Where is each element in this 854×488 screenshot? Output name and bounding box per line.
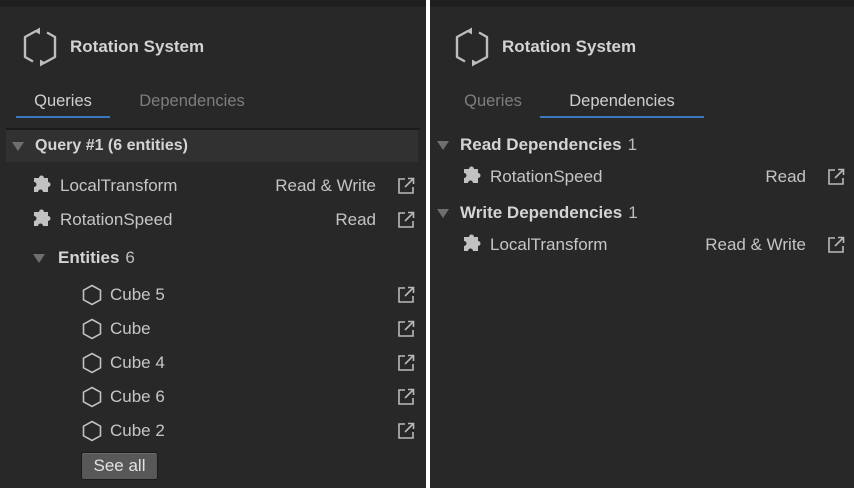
read-dependencies-count: 1	[627, 135, 638, 154]
foldout-arrow-icon[interactable]	[437, 140, 449, 150]
panel-top-strip	[430, 0, 854, 7]
system-header: Rotation System	[20, 26, 204, 68]
tab-dependencies[interactable]: Dependencies	[126, 88, 258, 118]
open-external-icon[interactable]	[397, 286, 415, 304]
entity-hexagon-icon	[82, 386, 102, 408]
entity-hexagon-icon	[82, 318, 102, 340]
entity-row[interactable]: Cube 4	[82, 348, 165, 378]
entity-row[interactable]: Cube 6	[82, 382, 165, 412]
component-name: LocalTransform	[60, 176, 178, 195]
open-external-icon[interactable]	[827, 236, 845, 254]
open-external-icon[interactable]	[827, 168, 845, 186]
panel-top-strip	[0, 0, 426, 7]
entity-hexagon-icon	[82, 284, 102, 306]
tab-dependencies[interactable]: Dependencies	[540, 88, 704, 118]
open-external-icon[interactable]	[397, 422, 415, 440]
entity-name: Cube 5	[110, 285, 165, 304]
write-dependencies-label: Write Dependencies	[460, 203, 623, 222]
open-external-icon[interactable]	[397, 320, 415, 338]
entity-hexagon-icon	[82, 420, 102, 442]
access-label: Read	[335, 210, 376, 229]
open-external-icon[interactable]	[397, 388, 415, 406]
component-puzzle-icon	[32, 208, 52, 233]
tab-queries[interactable]: Queries	[16, 88, 110, 118]
entity-name: Cube 4	[110, 353, 165, 372]
dependency-row: RotationSpeed	[462, 162, 602, 192]
system-rotate-icon	[452, 26, 492, 68]
open-external-icon[interactable]	[397, 211, 415, 229]
entity-name: Cube 6	[110, 387, 165, 406]
query-foldout[interactable]: Query #1 (6 entities)	[6, 130, 418, 162]
access-label: Read	[765, 167, 806, 186]
write-dependencies-foldout[interactable]: Write Dependencies 1	[437, 198, 638, 228]
entity-row[interactable]: Cube	[82, 314, 151, 344]
entity-hexagon-icon	[82, 352, 102, 374]
dependency-row: LocalTransform	[462, 230, 607, 260]
see-all-button[interactable]: See all	[81, 452, 158, 480]
system-rotate-icon	[20, 26, 60, 68]
system-header: Rotation System	[452, 26, 636, 68]
component-name: LocalTransform	[490, 235, 608, 254]
dependencies-panel: Rotation System Queries Dependencies Rea…	[430, 0, 854, 488]
tab-bar: Queries Dependencies	[0, 88, 426, 118]
entity-row[interactable]: Cube 2	[82, 416, 165, 446]
system-title: Rotation System	[502, 37, 637, 56]
component-puzzle-icon	[462, 165, 482, 190]
read-dependencies-label: Read Dependencies	[460, 135, 622, 154]
access-label: Read & Write	[275, 176, 376, 195]
foldout-arrow-icon[interactable]	[12, 141, 24, 151]
entity-row[interactable]: Cube 5	[82, 280, 165, 310]
foldout-arrow-icon[interactable]	[33, 253, 45, 263]
entities-label: Entities	[58, 248, 120, 267]
component-puzzle-icon	[32, 174, 52, 199]
foldout-arrow-icon[interactable]	[437, 208, 449, 218]
query-label: Query #1 (6 entities)	[35, 137, 188, 154]
entities-foldout[interactable]: Entities 6	[33, 243, 135, 273]
component-row: RotationSpeed	[32, 205, 172, 235]
tab-bar: Queries Dependencies	[430, 88, 854, 118]
write-dependencies-count: 1	[628, 203, 638, 222]
component-name: RotationSpeed	[490, 167, 603, 186]
entity-name: Cube 2	[110, 421, 165, 440]
entity-name: Cube	[110, 319, 151, 338]
component-name: RotationSpeed	[60, 210, 173, 229]
component-row: LocalTransform	[32, 171, 177, 201]
tab-queries[interactable]: Queries	[446, 88, 540, 118]
read-dependencies-foldout[interactable]: Read Dependencies 1	[437, 130, 637, 160]
queries-panel: Rotation System Queries Dependencies Que…	[0, 0, 426, 488]
entities-count: 6	[125, 248, 135, 267]
access-label: Read & Write	[705, 235, 806, 254]
open-external-icon[interactable]	[397, 354, 415, 372]
open-external-icon[interactable]	[397, 177, 415, 195]
component-puzzle-icon	[462, 233, 482, 258]
system-title: Rotation System	[70, 37, 205, 56]
